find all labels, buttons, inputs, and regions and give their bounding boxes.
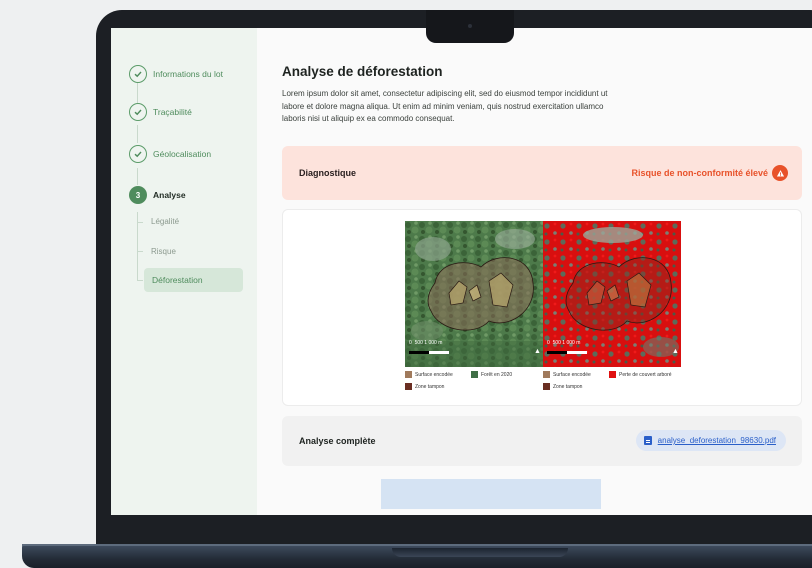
legend-item: Zone tampon — [405, 383, 444, 390]
step-tracabilite[interactable]: Traçabilité — [129, 103, 192, 121]
sub-item-legalite[interactable]: Légalité — [151, 217, 179, 226]
file-icon — [643, 436, 652, 445]
map-card: 0 500 1 000 m ▲ 0 500 1 000 m ▲ Surface … — [282, 209, 802, 406]
sub-item-risque[interactable]: Risque — [151, 247, 176, 256]
scale-label-right: 0 500 1 000 m — [547, 340, 581, 346]
check-icon — [129, 145, 147, 163]
main-content: Analyse de déforestation Lorem ipsum dol… — [257, 28, 812, 515]
page-description: Lorem ipsum dolor sit amet, consectetur … — [282, 89, 608, 123]
check-icon — [129, 65, 147, 83]
diagnostic-label: Diagnostique — [299, 168, 357, 178]
step-label: Informations du lot — [153, 69, 223, 79]
step-geolocalisation[interactable]: Géolocalisation — [129, 145, 211, 163]
legend-item: Surface encodée — [543, 371, 591, 378]
north-arrow-icon: ▲ — [534, 348, 541, 355]
full-analysis-card: Analyse complète analyse_deforestation_9… — [282, 416, 802, 466]
sub-item-deforestation[interactable]: Déforestation — [144, 268, 243, 292]
step-informations-du-lot[interactable]: Informations du lot — [129, 65, 223, 83]
legend-item: Forêt en 2020 — [471, 371, 512, 378]
north-arrow-icon: ▲ — [672, 348, 679, 355]
step-label: Analyse — [153, 190, 186, 200]
content-placeholder — [381, 479, 601, 509]
step-label: Traçabilité — [153, 107, 192, 117]
scale-bar — [547, 351, 587, 354]
step-number: 3 — [129, 186, 147, 204]
pdf-filename: analyse_deforestation_98630.pdf — [657, 436, 776, 445]
camera-icon — [468, 24, 472, 28]
page-title: Analyse de déforestation — [282, 64, 443, 79]
step-analyse[interactable]: 3 Analyse — [129, 186, 186, 204]
legend-item: Perte de couvert arboré — [609, 371, 672, 378]
sub-tick — [137, 222, 143, 223]
laptop-hinge — [392, 548, 568, 557]
sub-tick — [137, 280, 143, 281]
scale-bar — [409, 351, 449, 354]
pdf-download-link[interactable]: analyse_deforestation_98630.pdf — [635, 430, 786, 451]
legend-item: Zone tampon — [543, 383, 582, 390]
step-connector — [137, 125, 138, 143]
screen: Informations du lot Traçabilité Géolocal… — [111, 28, 812, 515]
sub-tick — [137, 251, 143, 252]
diagnostic-status: Risque de non-conformité élevé — [631, 168, 768, 178]
full-analysis-label: Analyse complète — [299, 436, 376, 446]
scale-label-left: 0 500 1 000 m — [409, 340, 443, 346]
screen-bezel — [111, 515, 812, 535]
sidebar-stepper: Informations du lot Traçabilité Géolocal… — [111, 28, 257, 515]
diagnostic-banner: Diagnostique Risque de non-conformité él… — [282, 146, 802, 200]
step-connector — [137, 168, 138, 185]
camera-notch — [426, 10, 514, 43]
check-icon — [129, 103, 147, 121]
step-label: Géolocalisation — [153, 149, 212, 159]
legend-item: Surface encodée — [405, 371, 453, 378]
warning-icon — [772, 165, 788, 181]
